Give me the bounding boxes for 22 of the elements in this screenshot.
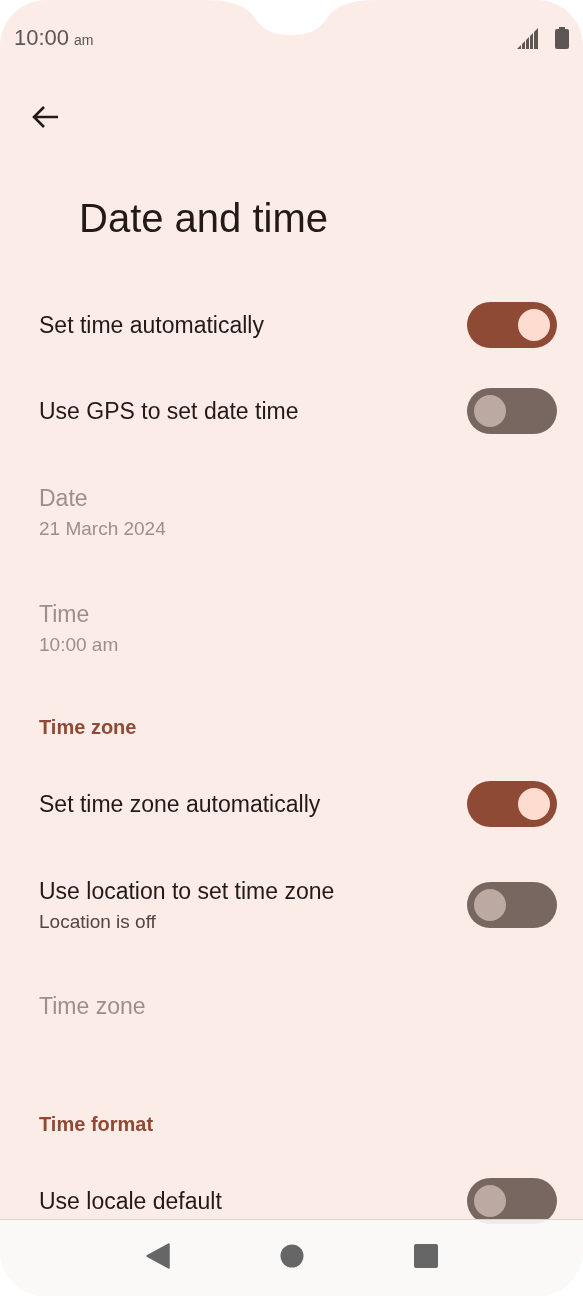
setting-title[interactable]: Set time automatically [39, 311, 467, 339]
toggle-switch[interactable] [467, 781, 557, 827]
toggle-switch[interactable] [467, 302, 557, 348]
status-time: 10:00 [14, 25, 70, 51]
setting-title[interactable]: Use GPS to set date time [39, 397, 467, 425]
toggle-switch[interactable] [467, 882, 557, 928]
page-title: Date and time [79, 195, 330, 242]
setting-summary: Location is off [39, 910, 157, 933]
recents-icon[interactable] [413, 1244, 438, 1268]
setting-title[interactable]: Use location to set time zone [39, 877, 467, 905]
setting-title[interactable]: Set time zone automatically [39, 790, 467, 818]
back-icon[interactable] [145, 1243, 170, 1269]
section-header: Time zone [39, 716, 137, 739]
status-period: am [74, 32, 94, 48]
signal-icon [517, 27, 541, 49]
battery-icon [555, 27, 569, 49]
setting-summary: 10:00 am [39, 633, 120, 656]
setting-title[interactable]: Use locale default [39, 1187, 467, 1215]
section-header: Time format [39, 1113, 154, 1136]
toggle-switch[interactable] [467, 388, 557, 434]
home-icon[interactable] [279, 1244, 304, 1268]
setting-summary: 21 March 2024 [39, 517, 167, 540]
